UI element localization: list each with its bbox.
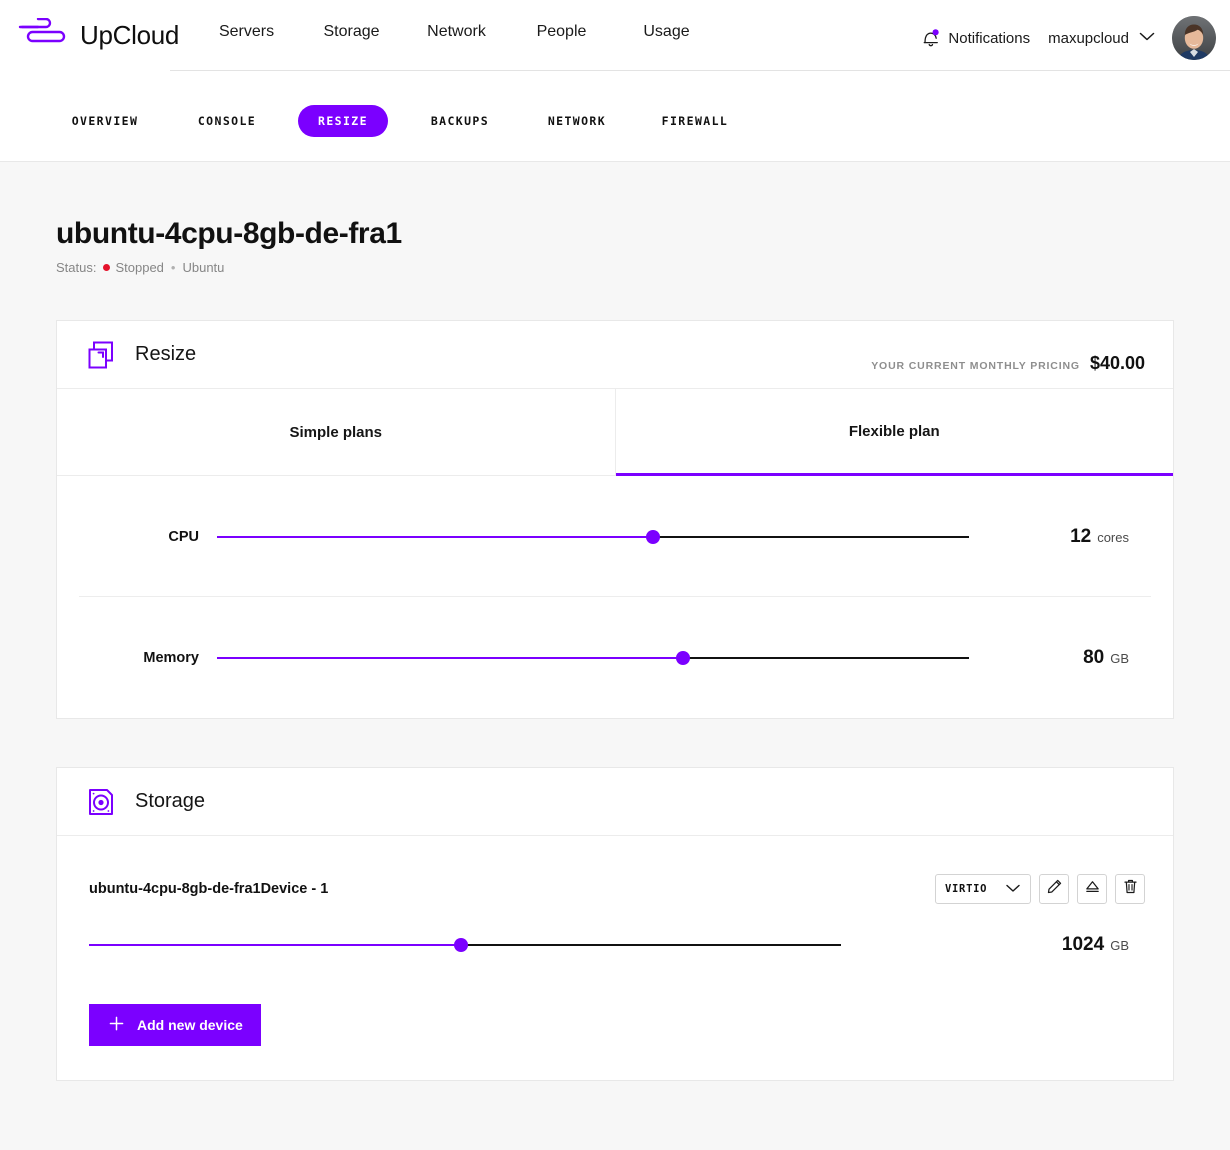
avatar[interactable] xyxy=(1172,16,1216,60)
plan-tabs: Simple plans Flexible plan xyxy=(57,388,1173,476)
edit-device-button[interactable] xyxy=(1039,874,1069,904)
adapter-select[interactable]: VIRTIO xyxy=(935,874,1031,904)
header-divider xyxy=(170,70,1230,71)
resize-card-title-group: Resize xyxy=(85,339,196,371)
brand[interactable]: UpCloud xyxy=(0,17,179,52)
add-new-device-button[interactable]: Add new device xyxy=(89,1004,261,1046)
brand-name: UpCloud xyxy=(80,19,180,50)
nav-item-network[interactable]: Network xyxy=(404,23,509,41)
account-menu[interactable]: maxupcloud xyxy=(1048,29,1156,47)
memory-slider-fill xyxy=(217,656,684,659)
chevron-down-icon xyxy=(1005,880,1021,898)
cpu-value-group: 12 cores xyxy=(1070,526,1145,548)
page-status: Status: Stopped • Ubuntu xyxy=(56,260,1230,275)
sub-nav-item-firewall[interactable]: FIREWALL xyxy=(640,105,750,137)
nav-item-storage[interactable]: Storage xyxy=(299,23,404,41)
chevron-down-icon xyxy=(1138,29,1156,47)
resize-card: Resize YOUR CURRENT MONTHLY PRICING $40.… xyxy=(56,320,1174,719)
status-separator: • xyxy=(170,260,176,275)
adapter-select-value: VIRTIO xyxy=(945,883,988,895)
notifications-label: Notifications xyxy=(948,29,1031,47)
storage-device-row: ubuntu-4cpu-8gb-de-fra1Device - 1 VIRTIO xyxy=(89,872,1145,906)
add-new-device-label: Add new device xyxy=(137,1017,243,1033)
storage-disk-icon xyxy=(85,786,117,818)
sub-nav-item-overview[interactable]: OVERVIEW xyxy=(56,105,154,137)
pricing-value: $40.00 xyxy=(1089,353,1145,373)
upcloud-logo-icon xyxy=(16,17,70,52)
delete-device-button[interactable] xyxy=(1115,874,1145,904)
header-right: Notifications maxupcloud xyxy=(921,16,1216,60)
storage-card-title-group: Storage xyxy=(85,786,205,818)
eject-icon xyxy=(1084,878,1101,900)
page-body: ubuntu-4cpu-8gb-de-fra1 Status: Stopped … xyxy=(0,162,1230,1150)
storage-device-actions: VIRTIO xyxy=(935,874,1145,904)
memory-value-group: 80 GB xyxy=(1083,647,1145,669)
memory-value: 80 xyxy=(1083,646,1105,668)
storage-slider[interactable] xyxy=(89,936,841,954)
sub-nav-item-network[interactable]: NETWORK xyxy=(522,105,632,137)
status-value: Stopped xyxy=(115,260,164,275)
trash-icon xyxy=(1122,878,1139,900)
eject-device-button[interactable] xyxy=(1077,874,1107,904)
top-header: UpCloud Servers Storage Network People U… xyxy=(0,0,1230,80)
memory-unit: GB xyxy=(1110,650,1129,666)
storage-size-unit: GB xyxy=(1110,938,1129,953)
cpu-slider-label: CPU xyxy=(168,528,199,545)
tab-flexible-plan[interactable]: Flexible plan xyxy=(615,389,1173,476)
storage-slider-fill xyxy=(89,944,462,946)
cpu-slider-fill xyxy=(217,535,654,538)
main-nav: Servers Storage Network People Usage xyxy=(194,18,719,46)
page-head: ubuntu-4cpu-8gb-de-fra1 Status: Stopped … xyxy=(0,162,1230,275)
tab-simple-plans[interactable]: Simple plans xyxy=(57,389,616,476)
storage-device-name: ubuntu-4cpu-8gb-de-fra1Device - 1 xyxy=(89,881,329,897)
nav-item-usage[interactable]: Usage xyxy=(614,23,719,41)
memory-slider-row: Memory 80 GB xyxy=(57,597,1173,718)
notifications-button[interactable]: Notifications xyxy=(921,27,1030,49)
page-title: ubuntu-4cpu-8gb-de-fra1 xyxy=(56,217,402,250)
pencil-icon xyxy=(1046,878,1063,900)
memory-slider-label: Memory xyxy=(143,649,199,666)
nav-item-servers[interactable]: Servers xyxy=(194,23,299,41)
cpu-slider[interactable] xyxy=(217,528,969,546)
account-name: maxupcloud xyxy=(1048,29,1129,47)
sub-nav: OVERVIEW CONSOLE RESIZE BACKUPS NETWORK … xyxy=(0,80,1230,162)
cpu-slider-knob[interactable] xyxy=(646,529,661,544)
storage-size-value: 1024 xyxy=(1061,934,1105,955)
status-dot-icon xyxy=(103,264,111,271)
bell-icon xyxy=(921,27,941,49)
sub-nav-item-backups[interactable]: BACKUPS xyxy=(404,105,516,137)
pricing-block: YOUR CURRENT MONTHLY PRICING $40.00 xyxy=(871,353,1145,374)
storage-body: ubuntu-4cpu-8gb-de-fra1Device - 1 VIRTIO xyxy=(57,835,1173,1080)
pricing-label: YOUR CURRENT MONTHLY PRICING xyxy=(871,360,1080,372)
storage-slider-row: 1024 GB xyxy=(89,934,1145,956)
resize-icon xyxy=(85,339,117,371)
resize-card-title: Resize xyxy=(135,343,197,365)
nav-item-people[interactable]: People xyxy=(509,23,614,41)
cpu-unit: cores xyxy=(1097,529,1129,545)
sub-nav-item-resize[interactable]: RESIZE xyxy=(298,104,388,137)
sub-nav-item-console[interactable]: CONSOLE xyxy=(172,105,282,137)
storage-value-group: 1024 GB xyxy=(1062,934,1129,956)
storage-card: Storage ubuntu-4cpu-8gb-de-fra1Device - … xyxy=(56,767,1174,1081)
storage-card-title: Storage xyxy=(135,790,206,812)
resize-card-header: Resize YOUR CURRENT MONTHLY PRICING $40.… xyxy=(57,321,1173,388)
cpu-slider-row: CPU 12 cores xyxy=(57,476,1173,597)
plus-icon xyxy=(109,1016,124,1034)
storage-slider-knob[interactable] xyxy=(454,938,469,952)
memory-slider[interactable] xyxy=(217,649,969,667)
status-prefix: Status: xyxy=(56,260,97,275)
storage-card-header: Storage xyxy=(57,768,1173,835)
status-os: Ubuntu xyxy=(182,260,225,275)
memory-slider-knob[interactable] xyxy=(676,650,691,665)
cpu-value: 12 xyxy=(1070,525,1092,547)
